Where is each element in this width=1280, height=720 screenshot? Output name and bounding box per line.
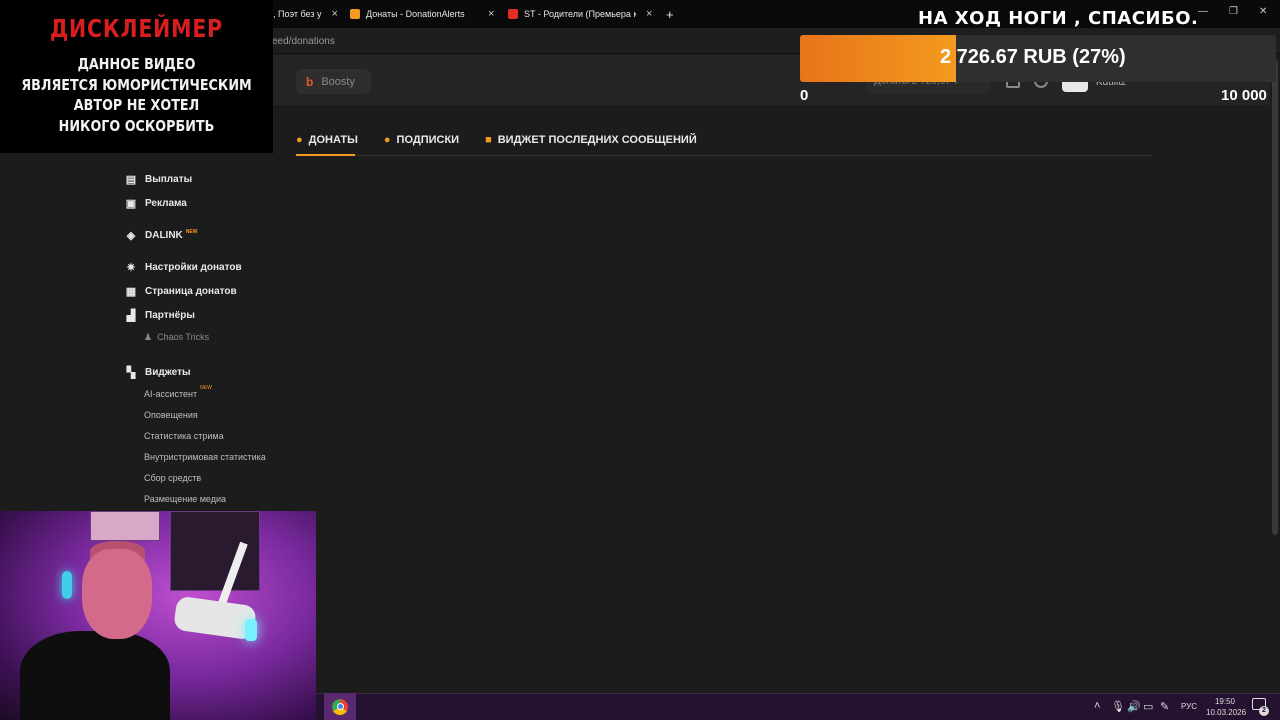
wallet-icon: ▤ [125,174,137,186]
sidebar-sub-fundraising[interactable]: Сбор средств [144,473,201,483]
person-face [82,549,152,639]
webcam-feed [0,511,316,720]
sidebar-sub-chaos-tricks[interactable]: ♟ Chaos Tricks [144,332,209,343]
browser-tab-youtube[interactable]: ST - Родители (Премьера кли × [508,0,658,28]
goal-amount: 2 726.67 RUB (27%) [940,46,1126,68]
microphone-icon[interactable]: 🎙 [1111,700,1125,713]
close-icon[interactable]: × [331,8,337,20]
sidebar-sub-label: Chaos Tricks [157,332,210,342]
briefcase-icon: ▣ [125,198,137,210]
goal-progress-fill [800,35,956,82]
youtube-icon [508,9,518,19]
disclaimer-title: ДИСКЛЕЙМЕР [49,14,224,43]
language-indicator[interactable]: РУС [1181,702,1197,711]
close-icon[interactable]: × [488,8,494,20]
sidebar-sub-media[interactable]: Размещение медиа [144,494,226,504]
sidebar-item-label: Виджеты [145,367,191,378]
widgets-icon: ▚ [126,367,136,379]
disclaimer-line: НИКОГО ОСКОРБИТЬ [58,117,215,135]
browser-tab-donationalerts[interactable]: Донаты - DonationAlerts × [350,0,500,28]
mic-light [245,619,257,641]
tab-last-messages-widget[interactable]: ■ ВИДЖЕТ ПОСЛЕДНИХ СООБЩЕНИЙ [485,133,697,155]
donate-icon: ● [296,134,303,146]
chrome-taskbar-button[interactable] [324,693,356,720]
clock[interactable]: 19:50 10.03.2026 [1206,696,1247,718]
sidebar-item-partners[interactable]: ▟ Партнёры [125,309,195,322]
notification-count: 2 [1259,706,1269,716]
url-text[interactable]: eed/donations [272,36,335,47]
headset [62,571,72,599]
disclaimer-line: АВТОР НЕ ХОТЕЛ [73,96,200,114]
tab-label: ДОНАТЫ [308,134,358,146]
boosty-button[interactable]: b Boosty [296,69,371,94]
disclaimer-overlay: ДИСКЛЕЙМЕР ДАННОЕ ВИДЕО ЯВЛЯЕТСЯ ЮМОРИСТ… [0,0,273,153]
tab-label: Донаты - DonationAlerts [366,9,465,19]
partners-icon: ▟ [126,310,136,322]
close-window-icon[interactable]: ✕ [1259,6,1267,17]
clock-time: 19:50 [1214,697,1236,706]
display-icon[interactable]: ▭ [1143,700,1153,713]
poster [90,511,160,541]
boosty-icon: b [306,74,314,89]
poster [170,511,260,591]
sidebar-item-label: Настройки донатов [145,262,242,273]
user-icon: ● [383,134,391,146]
tab-label: ST - Родители (Премьера кли [524,9,636,19]
sidebar-sub-ai-assistant[interactable]: AI-ассистентNEW [144,385,212,399]
restore-icon[interactable]: ❐ [1229,6,1238,17]
tab-divider [296,155,1151,156]
goal-title: НА ХОД НОГИ , СПАСИБО. [918,8,1199,29]
sidebar-item-donation-page[interactable]: ▦ Страница донатов [125,285,237,298]
sidebar-item-ads[interactable]: ▣ Реклама [125,197,187,210]
new-tab-button[interactable]: + [666,0,674,28]
tab-label: , Поэт без у [273,9,322,19]
sidebar-sub-stream-stats[interactable]: Статистика стрима [144,431,224,441]
sidebar-item-label: Страница донатов [145,286,237,297]
pen-icon[interactable]: ✎ [1160,700,1169,713]
clock-date: 10.03.2026 [1206,708,1247,717]
goal-max: 10 000 [1221,87,1267,104]
close-icon[interactable]: × [646,8,652,20]
person-body [20,631,170,720]
tab-label: ВИДЖЕТ ПОСЛЕДНИХ СООБЩЕНИЙ [497,134,697,146]
tab-donations[interactable]: ● ДОНАТЫ [296,133,358,155]
sidebar-sub-label: AI-ассистент [144,389,198,399]
goal-min: 0 [800,87,809,104]
new-badge: NEW [200,385,212,391]
sidebar-item-donation-settings[interactable]: ✷ Настройки донатов [125,261,242,274]
disclaimer-line: ДАННОЕ ВИДЕО [77,55,196,73]
new-badge: NEW [185,228,198,235]
boosty-label: Boosty [321,75,355,88]
chrome-icon [332,698,348,715]
tab-subscriptions[interactable]: ● ПОДПИСКИ [384,133,459,155]
sidebar-item-dalink[interactable]: ◈ DALINK NEW [125,228,198,243]
minimize-icon[interactable]: — [1198,6,1208,17]
sidebar-item-label: Выплаты [145,174,193,185]
tab-label: ПОДПИСКИ [396,134,460,146]
sidebar-item-payouts[interactable]: ▤ Выплаты [125,173,192,186]
browser-tab-poet[interactable]: , Поэт без у × [273,0,339,28]
layout-icon: ▦ [125,286,137,298]
widget-icon: ■ [485,134,492,146]
donationalerts-icon [350,9,360,19]
scrollbar-thumb[interactable] [1272,60,1278,535]
partner-icon: ♟ [144,332,153,342]
page-tabs: ● ДОНАТЫ ● ПОДПИСКИ ■ ВИДЖЕТ ПОСЛЕДНИХ СООБ… [296,133,697,155]
gear-icon: ✷ [126,262,136,274]
sidebar-item-label: Партнёры [145,310,195,321]
active-tab-indicator [296,154,355,156]
sidebar-sub-alerts[interactable]: Оповещения [144,410,198,420]
tray-expand-icon[interactable]: ˄ [1094,700,1100,712]
sidebar-item-widgets[interactable]: ▚ Виджеты [125,366,191,379]
sidebar-item-label: DALINK [145,230,183,241]
sidebar-sub-instream-stats[interactable]: Внутристримовая статистика [144,452,266,462]
disclaimer-line: ЯВЛЯЕТСЯ ЮМОРИСТИЧЕСКИМ [21,76,252,94]
volume-icon[interactable]: 🔊 [1127,700,1141,713]
sidebar-item-label: Реклама [145,198,187,209]
dalink-icon: ◈ [126,230,136,242]
